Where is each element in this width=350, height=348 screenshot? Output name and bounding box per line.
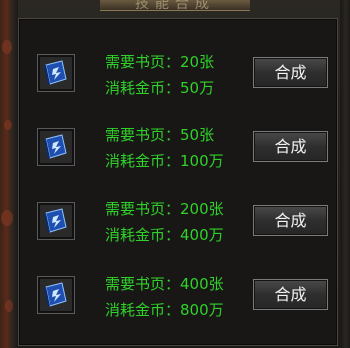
- skill-book-icon[interactable]: [37, 54, 75, 92]
- synthesis-panel: 需要书页：20张 消耗金币：50万 合成 需要书页：50张 消耗金币：100万 …: [18, 18, 338, 346]
- synthesize-button[interactable]: 合成: [253, 57, 328, 88]
- gold-cost-text: 消耗金币：100万: [105, 152, 224, 170]
- gold-cost-text: 消耗金币：50万: [105, 79, 215, 97]
- required-pages-text: 需要书页：50张: [105, 126, 215, 144]
- skill-book-icon[interactable]: [37, 202, 75, 240]
- title-banner: 技能合成: [100, 0, 250, 12]
- required-pages-text: 需要书页：400张: [105, 275, 224, 293]
- recipe-row: 需要书页：20张 消耗金币：50万 合成: [19, 33, 337, 103]
- left-border-decoration: [0, 0, 18, 348]
- recipe-row: 需要书页：400张 消耗金币：800万 合成: [19, 255, 337, 325]
- skill-book-icon[interactable]: [37, 128, 75, 166]
- synthesize-button[interactable]: 合成: [253, 131, 328, 162]
- window-title: 技能合成: [135, 0, 215, 12]
- window-frame: 技能合成 需要书页：20张 消耗金币：50万 合成 需要书页：50张 消耗金币：…: [0, 0, 350, 348]
- gold-cost-text: 消耗金币：800万: [105, 301, 224, 319]
- synthesize-button[interactable]: 合成: [253, 279, 328, 310]
- gold-cost-text: 消耗金币：400万: [105, 226, 224, 244]
- recipe-row: 需要书页：200张 消耗金币：400万 合成: [19, 181, 337, 251]
- right-border-decoration: [340, 0, 350, 348]
- required-pages-text: 需要书页：20张: [105, 53, 215, 71]
- skill-book-icon[interactable]: [37, 276, 75, 314]
- synthesize-button[interactable]: 合成: [253, 205, 328, 236]
- required-pages-text: 需要书页：200张: [105, 200, 224, 218]
- recipe-row: 需要书页：50张 消耗金币：100万 合成: [19, 107, 337, 177]
